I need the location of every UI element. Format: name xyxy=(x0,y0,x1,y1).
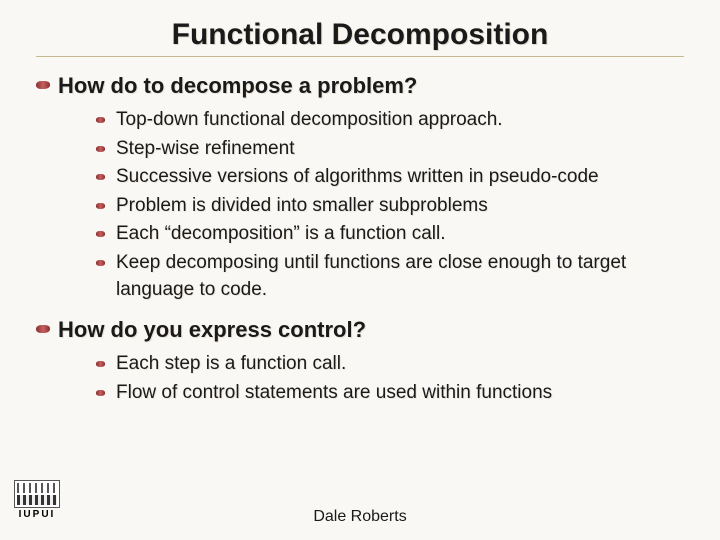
list-item: Top-down functional decomposition approa… xyxy=(96,107,684,134)
logo-graphic xyxy=(14,480,60,508)
list-item: Problem is divided into smaller subprobl… xyxy=(96,193,684,220)
list-item: Keep decomposing until functions are clo… xyxy=(96,250,684,303)
list-item: Step-wise refinement xyxy=(96,136,684,163)
list-item: Successive versions of algorithms writte… xyxy=(96,164,684,191)
slide-title: Functional Decomposition xyxy=(36,18,684,57)
list-item: Flow of control statements are used with… xyxy=(96,380,684,407)
footer-author: Dale Roberts xyxy=(0,508,720,526)
list-item: Each step is a function call. xyxy=(96,351,684,378)
section-heading-2: How do you express control? xyxy=(36,317,684,343)
list-item: Each “decomposition” is a function call. xyxy=(96,221,684,248)
section-1-list: Top-down functional decomposition approa… xyxy=(96,107,684,303)
slide: Functional Decomposition How do to decom… xyxy=(0,0,720,540)
section-2-list: Each step is a function call. Flow of co… xyxy=(96,351,684,406)
section-heading-1: How do to decompose a problem? xyxy=(36,73,684,99)
